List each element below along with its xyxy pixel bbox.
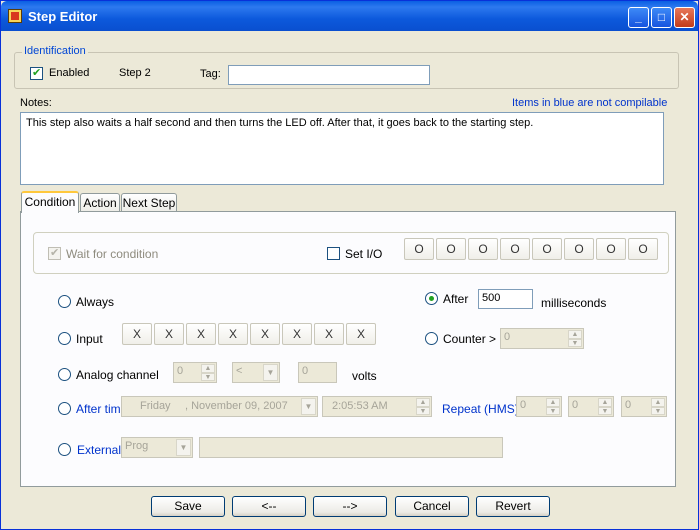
previous-step-button[interactable]: <-- xyxy=(232,496,306,517)
counter-label: Counter > xyxy=(443,332,497,346)
analog-volts-input[interactable]: 0 xyxy=(298,362,337,383)
input-bit[interactable]: X xyxy=(314,323,344,345)
revert-button[interactable]: Revert xyxy=(476,496,550,517)
next-step-button[interactable]: --> xyxy=(313,496,387,517)
notes-textarea[interactable]: This step also waits a half second and t… xyxy=(20,112,664,185)
tab-next-step[interactable]: Next Step xyxy=(121,193,177,213)
step-label: Step 2 xyxy=(119,67,151,79)
input-bit[interactable]: X xyxy=(250,323,280,345)
tab-condition[interactable]: Condition xyxy=(21,191,79,213)
io-bit[interactable]: O xyxy=(404,238,434,260)
io-bit[interactable]: O xyxy=(436,238,466,260)
io-bit[interactable]: O xyxy=(532,238,562,260)
after-milliseconds-input[interactable]: 500 xyxy=(478,289,533,309)
save-button[interactable]: Save xyxy=(151,496,225,517)
identification-legend: Identification xyxy=(22,45,88,57)
spinner-arrows-icon[interactable]: ▲ ▼ xyxy=(568,330,582,347)
not-compilable-hint: Items in blue are not compilable xyxy=(512,97,668,109)
counter-radio[interactable] xyxy=(425,332,438,345)
minimize-button[interactable]: _ xyxy=(628,7,649,28)
chevron-down-icon[interactable]: ▼ xyxy=(176,439,191,456)
input-bit[interactable]: X xyxy=(218,323,248,345)
notes-label: Notes: xyxy=(20,97,52,109)
maximize-button[interactable]: □ xyxy=(651,7,672,28)
spinner-arrows-icon[interactable]: ▲ ▼ xyxy=(201,364,215,381)
analog-channel-label: Analog channel xyxy=(76,368,159,382)
repeat-seconds-value: 0 xyxy=(625,399,632,411)
set-io-checkbox[interactable] xyxy=(327,247,340,260)
after-time-time-picker[interactable]: 2:05:53 AM ▲ ▼ xyxy=(322,396,432,417)
enabled-checkbox[interactable] xyxy=(30,66,43,80)
io-bit[interactable]: O xyxy=(500,238,530,260)
analog-channel-value: 0 xyxy=(177,365,184,377)
repeat-minutes-spinner[interactable]: 0 ▲ ▼ xyxy=(568,396,614,417)
condition-tab-panel: Wait for condition Set I/O O O O O O O O… xyxy=(20,211,676,487)
date-rest: , November 09, 2007 xyxy=(185,400,288,412)
io-bit[interactable]: O xyxy=(564,238,594,260)
app-icon xyxy=(8,9,22,23)
analog-channel-radio[interactable] xyxy=(58,368,71,381)
after-label: After xyxy=(443,292,469,306)
input-bit[interactable]: X xyxy=(186,323,216,345)
input-bit[interactable]: X xyxy=(282,323,312,345)
tag-label: Tag: xyxy=(200,68,221,80)
window-title: Step Editor xyxy=(28,9,98,24)
counter-spinner[interactable]: 0 ▲ ▼ xyxy=(500,328,584,349)
repeat-seconds-spinner[interactable]: 0 ▲ ▼ xyxy=(621,396,667,417)
spinner-arrows-icon[interactable]: ▲ ▼ xyxy=(416,398,430,415)
external-value-input[interactable] xyxy=(199,437,503,458)
date-day: Friday xyxy=(140,400,171,412)
external-radio[interactable] xyxy=(58,443,71,456)
input-label: Input xyxy=(76,332,103,346)
milliseconds-label: milliseconds xyxy=(541,296,607,310)
enabled-label: Enabled xyxy=(49,67,90,79)
analog-channel-spinner[interactable]: 0 ▲ ▼ xyxy=(173,362,217,383)
wait-for-condition-label: Wait for condition xyxy=(66,247,159,261)
after-time-radio[interactable] xyxy=(58,402,71,415)
counter-value: 0 xyxy=(504,331,511,343)
always-radio[interactable] xyxy=(58,295,71,308)
after-time-label: After time xyxy=(76,402,128,416)
spinner-arrows-icon[interactable]: ▲ ▼ xyxy=(546,398,560,415)
title-bar[interactable]: Step Editor _ □ ✕ xyxy=(1,1,698,31)
tab-action[interactable]: Action xyxy=(80,193,120,213)
external-source-value: Prog xyxy=(125,440,149,452)
repeat-hours-spinner[interactable]: 0 ▲ ▼ xyxy=(516,396,562,417)
repeat-minutes-value: 0 xyxy=(572,399,579,411)
io-bit[interactable]: O xyxy=(468,238,498,260)
always-label: Always xyxy=(76,295,115,309)
chevron-down-icon[interactable]: ▼ xyxy=(301,398,316,415)
repeat-hms-label: Repeat (HMS): xyxy=(442,402,523,416)
input-bit[interactable]: X xyxy=(154,323,184,345)
external-source-select[interactable]: Prog ▼ xyxy=(121,437,193,458)
input-bit[interactable]: X xyxy=(346,323,376,345)
volts-label: volts xyxy=(352,369,377,383)
external-label: External xyxy=(77,443,122,457)
wait-for-condition-checkbox[interactable] xyxy=(48,246,61,260)
after-time-date-picker[interactable]: Friday , November 09, 2007 ▼ xyxy=(121,396,318,417)
set-io-label: Set I/O xyxy=(345,247,383,261)
cancel-button[interactable]: Cancel xyxy=(395,496,469,517)
input-bit[interactable]: X xyxy=(122,323,152,345)
io-bit[interactable]: O xyxy=(628,238,658,260)
step-editor-window: Step Editor _ □ ✕ Identification Enabled… xyxy=(0,0,699,530)
spinner-arrows-icon[interactable]: ▲ ▼ xyxy=(651,398,665,415)
close-button[interactable]: ✕ xyxy=(674,7,695,28)
chevron-down-icon[interactable]: ▼ xyxy=(263,364,278,381)
after-radio[interactable] xyxy=(425,292,438,305)
io-bit[interactable]: O xyxy=(596,238,626,260)
time-value: 2:05:53 AM xyxy=(332,400,388,412)
repeat-hours-value: 0 xyxy=(520,399,527,411)
analog-operator-value: < xyxy=(236,365,243,377)
spinner-arrows-icon[interactable]: ▲ ▼ xyxy=(598,398,612,415)
tag-input[interactable] xyxy=(228,65,430,85)
input-radio[interactable] xyxy=(58,332,71,345)
analog-operator-select[interactable]: < ▼ xyxy=(232,362,280,383)
